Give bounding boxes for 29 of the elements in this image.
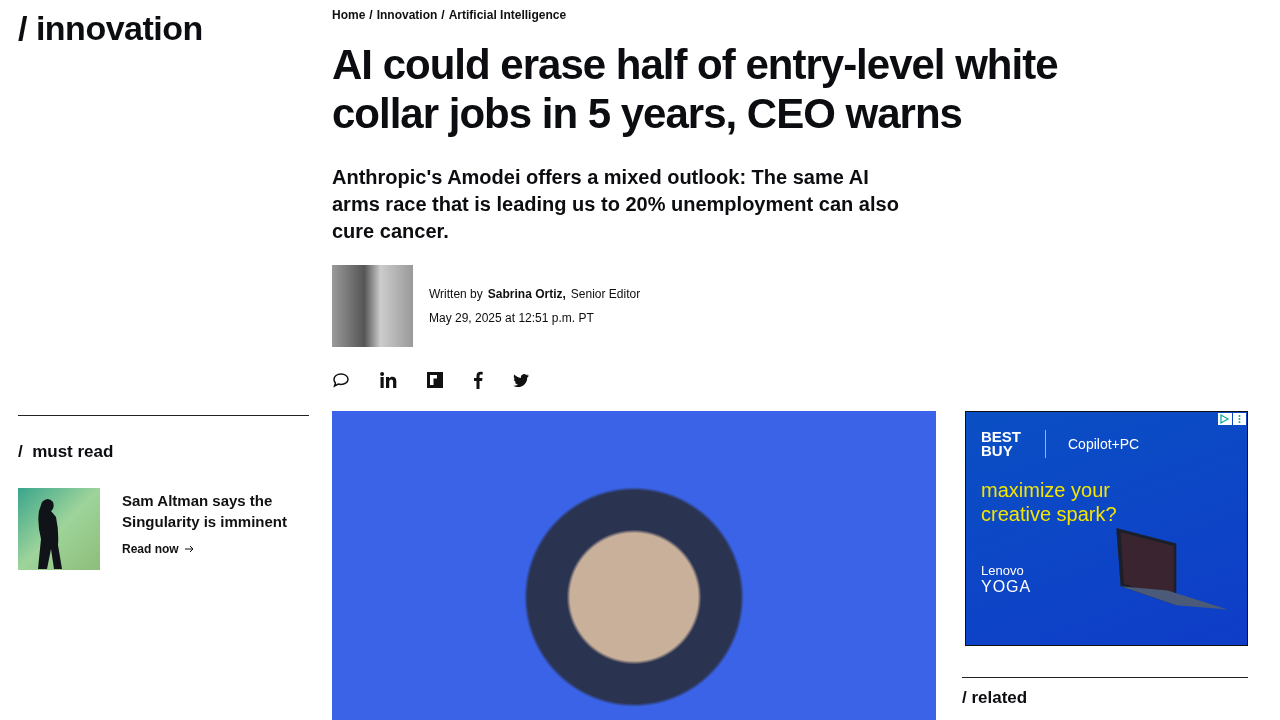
article-link[interactable]: Sam Altman says the Singularity is imminent (122, 490, 309, 532)
linkedin-icon[interactable] (380, 372, 397, 388)
ad-choices-icon[interactable] (1218, 413, 1246, 425)
read-now-link[interactable]: Read now (122, 542, 194, 556)
product-logo: YOGA (981, 578, 1032, 596)
related-heading: / related (962, 688, 1029, 708)
headline: AI could erase half of entry-level white collar jobs in 5 years, CEO warns (332, 40, 1059, 138)
publish-date: May 29, 2025 at 12:51 p.m. PT (429, 311, 595, 325)
ad-headline: maximize your creative spark? (981, 478, 1118, 526)
subheadline: Anthropic's Amodei offers a mixed outlook: The same AI arms race that is leading us to 20% unemployment can also cure cancer. (332, 165, 900, 244)
breadcrumb-separator: / (441, 8, 445, 22)
byline-prefix: Written by (429, 287, 483, 301)
breadcrumb-link[interactable]: Artificial Intelligence (448, 8, 567, 22)
maker-logo: Lenovo (981, 563, 1025, 578)
breadcrumb-link[interactable]: Home (332, 8, 366, 22)
facebook-icon[interactable] (473, 371, 483, 389)
flipboard-icon[interactable] (427, 372, 443, 388)
author-link[interactable]: Sabrina Ortiz, (487, 287, 566, 301)
advertisement-banner[interactable]: BEST BUY Copilot+PC maximize your creative spark? Lenovo YOGA (965, 411, 1248, 646)
must-read-heading: / must read (18, 442, 115, 462)
breadcrumb-link[interactable]: Innovation (376, 8, 438, 22)
brand-logo: BEST BUY (981, 430, 1046, 458)
author-role: Senior Editor (570, 287, 641, 301)
arrow-right-icon (183, 544, 194, 554)
twitter-bird-icon[interactable] (513, 373, 529, 387)
section-title: / innovation (18, 8, 204, 49)
partner-logo: Copilot+PC (1068, 436, 1140, 452)
comment-icon[interactable] (332, 372, 350, 388)
breadcrumb-separator: / (369, 8, 373, 22)
